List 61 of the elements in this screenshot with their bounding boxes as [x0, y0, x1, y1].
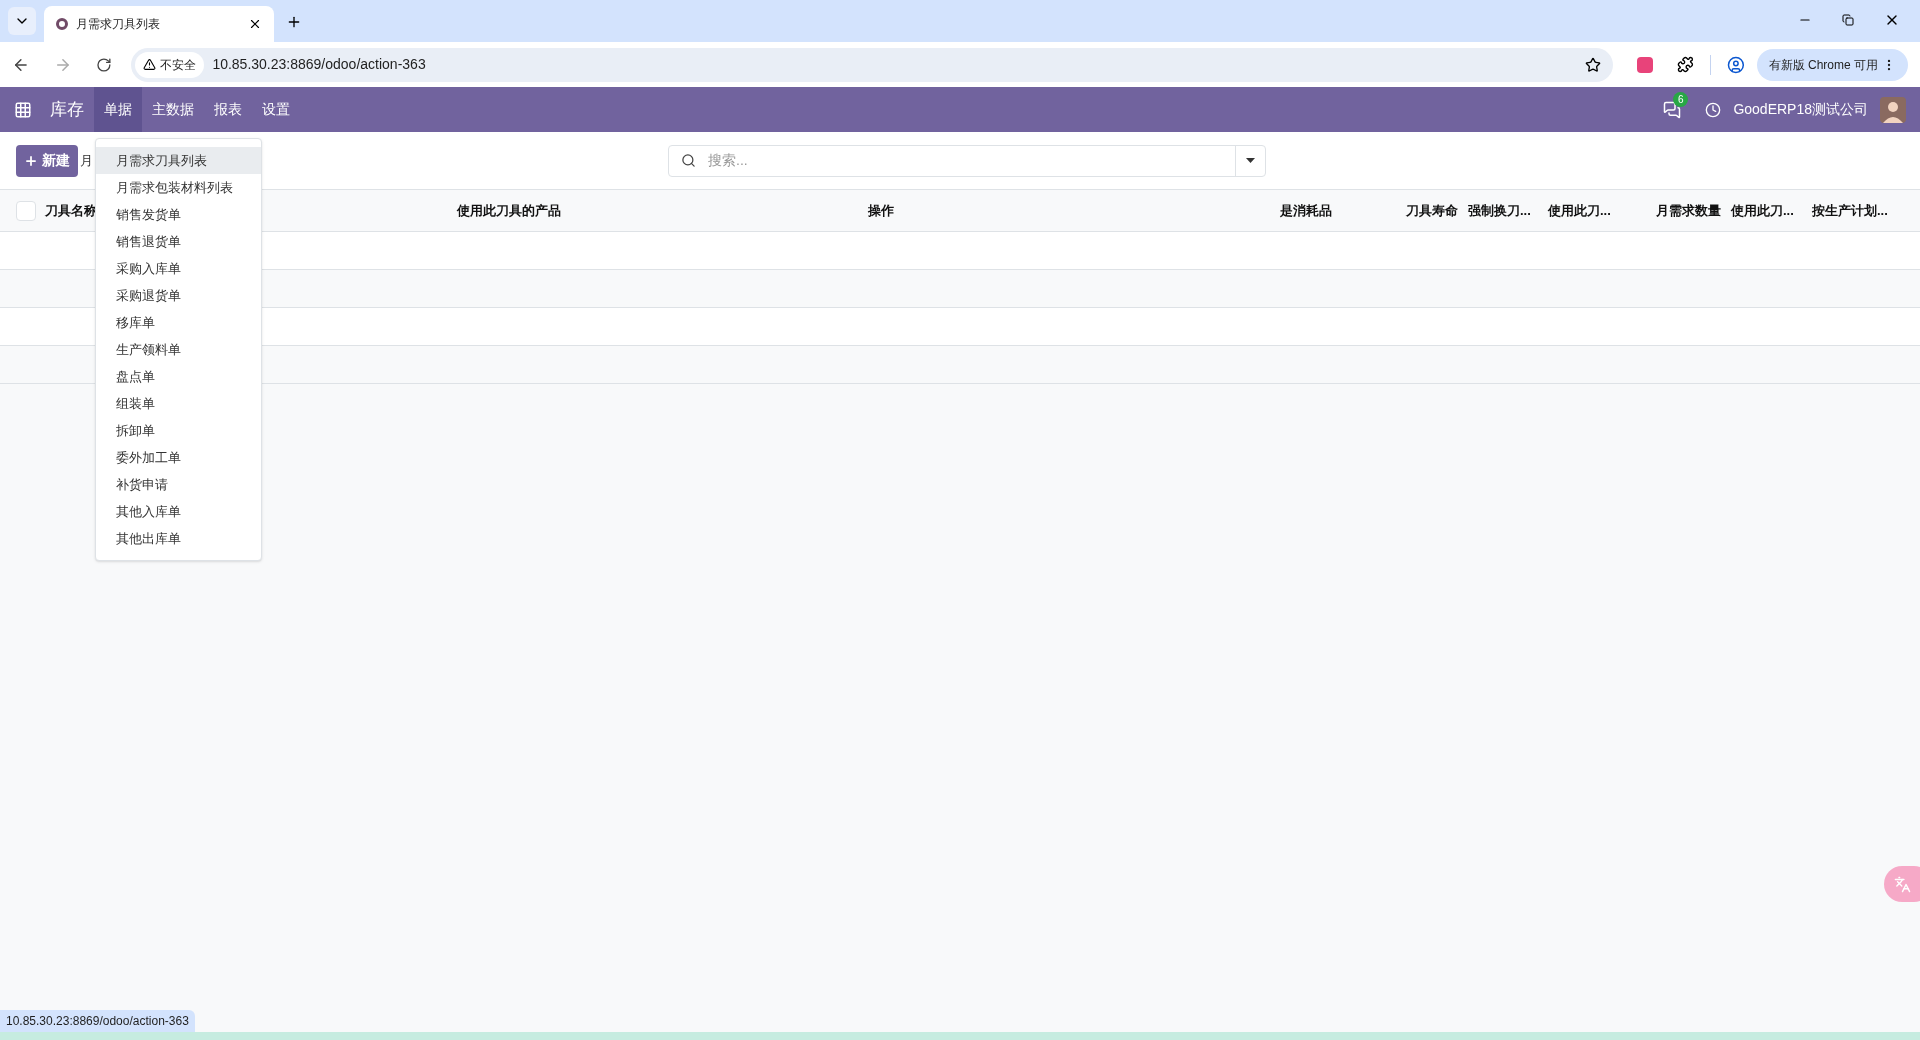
- app-name[interactable]: 库存: [50, 96, 84, 123]
- select-all-checkbox[interactable]: [16, 200, 36, 221]
- dropdown-item[interactable]: 生产领料单: [96, 336, 261, 363]
- bookmark-star-icon[interactable]: [1585, 56, 1602, 73]
- dropdown-item[interactable]: 月需求包装材料列表: [96, 174, 261, 201]
- warning-icon: [143, 58, 157, 71]
- dropdown-item[interactable]: 组装单: [96, 390, 261, 417]
- dropdown-item[interactable]: 其他入库单: [96, 498, 261, 525]
- column-header[interactable]: 按生产计划...: [1812, 200, 1888, 221]
- menu-item[interactable]: 主数据: [142, 87, 204, 132]
- activity-icon[interactable]: [1705, 101, 1722, 118]
- search-icon: [681, 153, 696, 168]
- caret-icon: [1246, 158, 1255, 163]
- tab-title: 月需求刀具列表: [76, 16, 161, 33]
- dropdown-item[interactable]: 移库单: [96, 309, 261, 336]
- dropdown-item[interactable]: 拆卸单: [96, 417, 261, 444]
- dropdown-item[interactable]: 盘点单: [96, 363, 261, 390]
- search-field[interactable]: 搜索...: [668, 144, 1266, 177]
- dropdown-item[interactable]: 销售发货单: [96, 201, 261, 228]
- security-chip[interactable]: 不安全: [135, 51, 205, 78]
- reload-icon[interactable]: [95, 56, 112, 73]
- breadcrumb: 月: [80, 154, 93, 167]
- update-chrome-button[interactable]: 有新版 Chrome 可用: [1756, 48, 1908, 81]
- new-button[interactable]: 新建: [16, 144, 78, 177]
- dropdown-item[interactable]: 采购入库单: [96, 255, 261, 282]
- security-label: 不安全: [160, 56, 197, 74]
- close-icon[interactable]: [248, 17, 262, 31]
- notification-count: 6: [1673, 91, 1689, 107]
- column-header[interactable]: 操作: [868, 200, 894, 221]
- column-header[interactable]: 使用此刀具的产品: [457, 200, 561, 221]
- restore-icon[interactable]: [1842, 14, 1854, 26]
- column-header[interactable]: 使用此刀...: [1548, 200, 1611, 221]
- app-grid-icon[interactable]: [14, 100, 32, 119]
- extensions-icon[interactable]: [1677, 56, 1694, 73]
- menu-item[interactable]: 单据: [94, 87, 142, 132]
- column-header[interactable]: 强制换刀...: [1468, 200, 1531, 221]
- dropdown-item[interactable]: 委外加工单: [96, 444, 261, 471]
- dropdown-item[interactable]: 补货申请: [96, 471, 261, 498]
- plus-icon: [24, 153, 38, 168]
- avatar-icon[interactable]: [1880, 96, 1906, 123]
- url-text: 10.85.30.23:8869/odoo/action-363: [212, 55, 427, 74]
- menu-item[interactable]: 设置: [252, 87, 300, 132]
- dropdown-item[interactable]: 采购退货单: [96, 282, 261, 309]
- address-bar[interactable]: 不安全 10.85.30.23:8869/odoo/action-363: [131, 47, 1614, 82]
- search-input[interactable]: 搜索...: [708, 150, 1235, 171]
- menu-item[interactable]: 报表: [204, 87, 252, 132]
- column-header[interactable]: 刀具寿命: [1406, 200, 1458, 221]
- column-header[interactable]: 是消耗品: [1280, 200, 1332, 221]
- column-header[interactable]: 使用此刀...: [1731, 200, 1794, 221]
- tab-list-button[interactable]: [8, 7, 36, 35]
- dropdown-item[interactable]: 其他出库单: [96, 525, 261, 552]
- profile-icon[interactable]: [1726, 55, 1745, 74]
- browser-tab[interactable]: 月需求刀具列表: [44, 6, 274, 42]
- translate-icon: [1894, 875, 1911, 893]
- new-tab-icon[interactable]: [286, 14, 302, 30]
- column-header[interactable]: 月需求数量: [1656, 200, 1721, 221]
- favicon-icon: [56, 18, 68, 30]
- dropdown-item[interactable]: 月需求刀具列表: [96, 147, 261, 174]
- status-url: 10.85.30.23:8869/odoo/action-363: [0, 1010, 195, 1032]
- company-name[interactable]: GoodERP18测试公司: [1733, 99, 1868, 120]
- dropdown-item[interactable]: 销售退货单: [96, 228, 261, 255]
